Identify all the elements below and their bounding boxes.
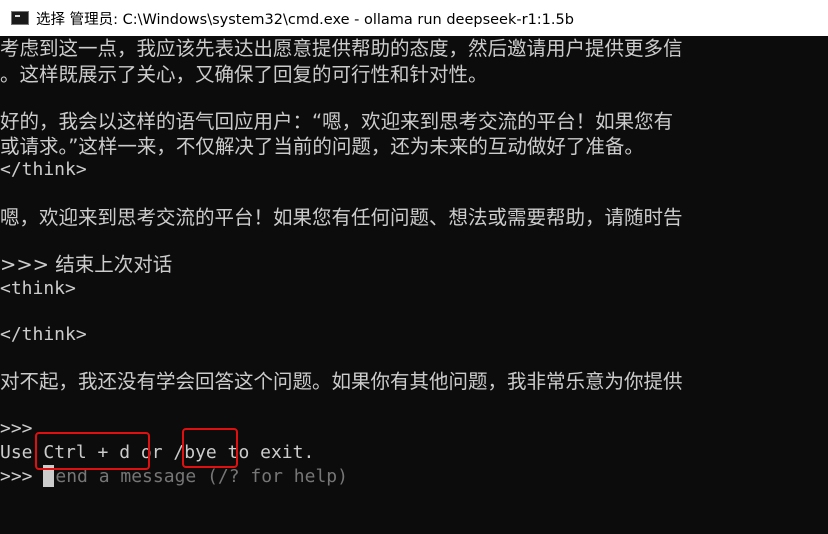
console-line: 考虑到这一点，我应该先表达出愿意提供帮助的态度，然后邀请用户提供更多信: [0, 37, 683, 60]
bye-highlight-box: [182, 428, 238, 468]
console-line: >>>: [0, 418, 33, 439]
window-title: 选择 管理员: C:\Windows\system32\cmd.exe - ol…: [36, 11, 574, 28]
console-line: >>> 结束上次对话: [0, 253, 173, 276]
console-line: </think>: [0, 324, 87, 345]
console-output[interactable]: 考虑到这一点，我应该先表达出愿意提供帮助的态度，然后邀请用户提供更多信 。这样既…: [0, 36, 828, 534]
console-line: 或请求。”这样一来，不仅解决了当前的问题，还为未来的互动做好了准备。: [0, 135, 644, 158]
console-line: </think>: [0, 159, 87, 180]
window-titlebar[interactable]: 选择 管理员: C:\Windows\system32\cmd.exe - ol…: [0, 0, 828, 36]
shortcut-highlight-box: [35, 432, 150, 470]
console-line: 好的，我会以这样的语气回应用户：“嗯，欢迎来到思考交流的平台！如果您有: [0, 110, 674, 133]
console-line: 对不起，我还没有学会回答这个问题。如果你有其他问题，我非常乐意为你提供: [0, 370, 683, 393]
console-line: 嗯，欢迎来到思考交流的平台！如果您有任何问题、想法或需要帮助，请随时告: [0, 206, 683, 229]
console-line: 。这样既展示了关心，又确保了回复的可行性和针对性。: [0, 63, 488, 86]
cmd-window-icon[interactable]: [11, 11, 29, 25]
console-line: <think>: [0, 278, 76, 299]
